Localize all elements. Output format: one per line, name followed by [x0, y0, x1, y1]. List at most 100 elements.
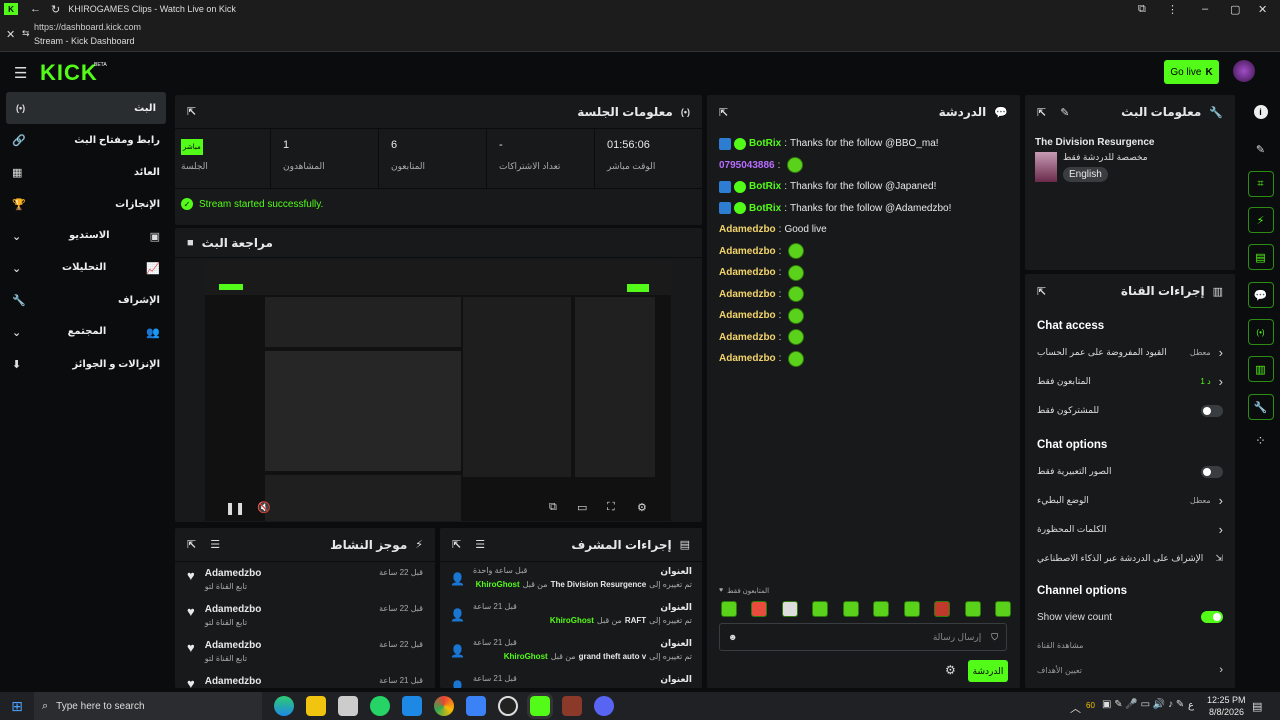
edge-icon[interactable]	[274, 696, 294, 716]
channel-action-row[interactable]: القيود المفروضة على عمر الحساب معطل ›	[1025, 338, 1235, 367]
emote-picker-icon[interactable]	[781, 601, 798, 617]
avatar[interactable]	[1233, 60, 1255, 82]
notifications-icon[interactable]: ▤	[1252, 700, 1262, 713]
broadcast-icon[interactable]: (•)	[1247, 319, 1274, 345]
info-icon[interactable]: i	[1253, 105, 1268, 119]
chat-username[interactable]: Adamedzbo	[719, 332, 776, 343]
sidebar-item-analytics[interactable]: ⌄ التحليلات 📈	[0, 252, 172, 284]
emote-picker-icon[interactable]	[873, 601, 890, 617]
url-text[interactable]: https://dashboard.kick.com	[34, 22, 141, 32]
activity-user[interactable]: Adamedzbo	[205, 676, 262, 687]
close-tab-icon[interactable]: ✕	[6, 28, 15, 41]
stream-video[interactable]: ❚❚ 🔇 ⧉ ▭ ⛶ ⚙	[205, 261, 671, 521]
chat-message[interactable]: Adamedzbo:	[707, 284, 1020, 306]
channel-action-row[interactable]: للمشتركون فقط	[1025, 396, 1235, 425]
emote-icon[interactable]	[788, 350, 805, 367]
store-icon[interactable]	[338, 696, 358, 716]
emote-picker-icon[interactable]	[721, 601, 737, 617]
emote-icon[interactable]	[788, 286, 805, 303]
emote-icon[interactable]	[788, 307, 805, 324]
clock-date[interactable]: 8/8/2026	[1209, 707, 1244, 717]
sidebar-item-studio[interactable]: ⌄ الاستديو ▣	[0, 220, 172, 252]
activity-user[interactable]: Adamedzbo	[205, 568, 262, 579]
channel-action-row[interactable]: الصور التعبيرية فقط	[1025, 457, 1235, 486]
sidebar-item-moderation[interactable]: 🔧 الإشراف	[0, 284, 172, 316]
sidebar-item-stream[interactable]: (•) البث	[6, 92, 166, 124]
goals-row[interactable]: تعيين الأهداف ›	[1025, 659, 1235, 681]
chat-message[interactable]: BotRix: Thanks for the follow @Japaned!	[707, 176, 1020, 198]
wrench-icon[interactable]: 🔧	[1247, 394, 1274, 420]
edit-icon[interactable]: ✎	[1060, 106, 1069, 119]
chat-message[interactable]: 0795043886:	[707, 155, 1020, 177]
back-icon[interactable]: ←	[30, 3, 41, 15]
chat-username[interactable]: Adamedzbo	[719, 353, 776, 364]
chat-username[interactable]: Adamedzbo	[719, 289, 776, 300]
expand-icon[interactable]: ⇱	[452, 538, 461, 551]
audio-icon[interactable]	[466, 696, 486, 716]
expand-icon[interactable]: ⇱	[719, 106, 728, 119]
activity-item[interactable]: ♥ Adamedzbo قبل 21 ساعة	[175, 670, 435, 688]
channel-action-row[interactable]: المتابعون فقط 1 د ›	[1025, 367, 1235, 396]
apps-icon[interactable]: ⁘	[1255, 433, 1266, 449]
chat-bubble-icon[interactable]: 💬	[1247, 282, 1274, 308]
show-view-count-row[interactable]: Show view count	[1025, 603, 1235, 631]
chat-username[interactable]: BotRix	[749, 181, 781, 192]
expand-icon[interactable]: ⇱	[1037, 285, 1046, 298]
chat-message[interactable]: Adamedzbo:	[707, 327, 1020, 349]
mod-action-item[interactable]: 👤 قبل 21 ساعة العنوان KhiroGhost من قبل RAFT ت…	[440, 598, 702, 634]
mod-action-item[interactable]: 👤قبل 21 ساعةالعنوانمن قبلتم تغييره إلى	[440, 670, 702, 688]
sidebar-item-drops[interactable]: ⬇ الإنزالات و الجوائز	[0, 348, 172, 380]
chat-username[interactable]: BotRix	[749, 138, 781, 149]
clock-time[interactable]: 12:25 PM	[1207, 695, 1246, 705]
emote-icon[interactable]	[788, 243, 805, 260]
sidebar-item-stream-key[interactable]: 🔗 رابط ومفتاح البث	[0, 124, 172, 156]
clipboard-icon[interactable]: ▤	[1247, 244, 1274, 270]
mail-icon[interactable]	[402, 696, 422, 716]
whatsapp-icon[interactable]	[370, 696, 390, 716]
chat-message[interactable]: BotRix: Thanks for the follow @BBO_ma!	[707, 133, 1020, 155]
close-window-icon[interactable]: ✕	[1258, 3, 1267, 16]
chrome-icon[interactable]	[434, 696, 454, 716]
activity-item[interactable]: ♥ Adamedzbo تابع القناة لتو قبل 22 ساعة	[175, 598, 435, 634]
activity-user[interactable]: Adamedzbo	[205, 640, 262, 651]
input-language[interactable]: ع	[1188, 700, 1194, 711]
filter-icon[interactable]: ☰	[210, 538, 220, 551]
mute-icon[interactable]: 🔇	[257, 501, 271, 514]
chat-message[interactable]: Adamedzbo:	[707, 241, 1020, 263]
chat-username[interactable]: Adamedzbo	[719, 246, 776, 257]
show-view-count-toggle[interactable]	[1201, 611, 1223, 623]
expand-icon[interactable]: ⇱	[187, 105, 196, 118]
taskbar-search[interactable]: ⌕ Type here to search	[34, 692, 262, 720]
chat-message[interactable]: Adamedzbo:	[707, 348, 1020, 370]
emote-picker-icon[interactable]	[934, 601, 951, 617]
channel-action-row[interactable]: الوضع البطيء معطل ›	[1025, 486, 1235, 515]
tray-chevron-icon[interactable]: ︿	[1070, 700, 1081, 716]
pip-icon[interactable]: ⧉	[549, 501, 557, 514]
channel-action-row[interactable]: الكلمات المحظورة ›	[1025, 515, 1235, 544]
pencil-icon[interactable]: ✎	[1256, 143, 1265, 156]
sidebar-item-revenue[interactable]: ▦ العائد	[0, 156, 172, 188]
emote-picker-icon[interactable]	[751, 601, 768, 617]
activity-item[interactable]: ♥ Adamedzbo تابع القناة لتو قبل 22 ساعة	[175, 562, 435, 598]
game-icon[interactable]	[562, 696, 582, 716]
filter-icon[interactable]: ☰	[475, 538, 485, 551]
activity-user[interactable]: Adamedzbo	[205, 604, 262, 615]
channel-action-row[interactable]: الإشراف على الدردشة عبر الذكاء الاصطناعي…	[1025, 544, 1235, 573]
emote-picker-icon[interactable]	[994, 601, 1011, 617]
emote-icon[interactable]	[788, 329, 805, 346]
menu-icon[interactable]: ⋮	[1167, 3, 1178, 16]
mod-action-by[interactable]: KhiroGhost	[504, 652, 548, 661]
chat-settings-icon[interactable]: ⚙	[945, 663, 956, 677]
emote-picker-icon[interactable]	[812, 601, 829, 617]
chat-username[interactable]: Adamedzbo	[719, 224, 776, 235]
layers-icon[interactable]: ▥	[1247, 356, 1274, 382]
emoji-icon[interactable]: ☻	[728, 632, 737, 642]
minimize-icon[interactable]: –	[1202, 3, 1208, 15]
chat-send-button[interactable]: الدردشة	[968, 660, 1008, 682]
chat-message[interactable]: Adamedzbo:	[707, 305, 1020, 327]
extensions-icon[interactable]: ⧉	[1138, 3, 1146, 16]
emote-picker-icon[interactable]	[903, 601, 920, 617]
pause-icon[interactable]: ❚❚	[225, 501, 245, 515]
expand-icon[interactable]: ⇱	[1037, 106, 1046, 119]
site-settings-icon[interactable]: ⇆	[22, 28, 30, 39]
